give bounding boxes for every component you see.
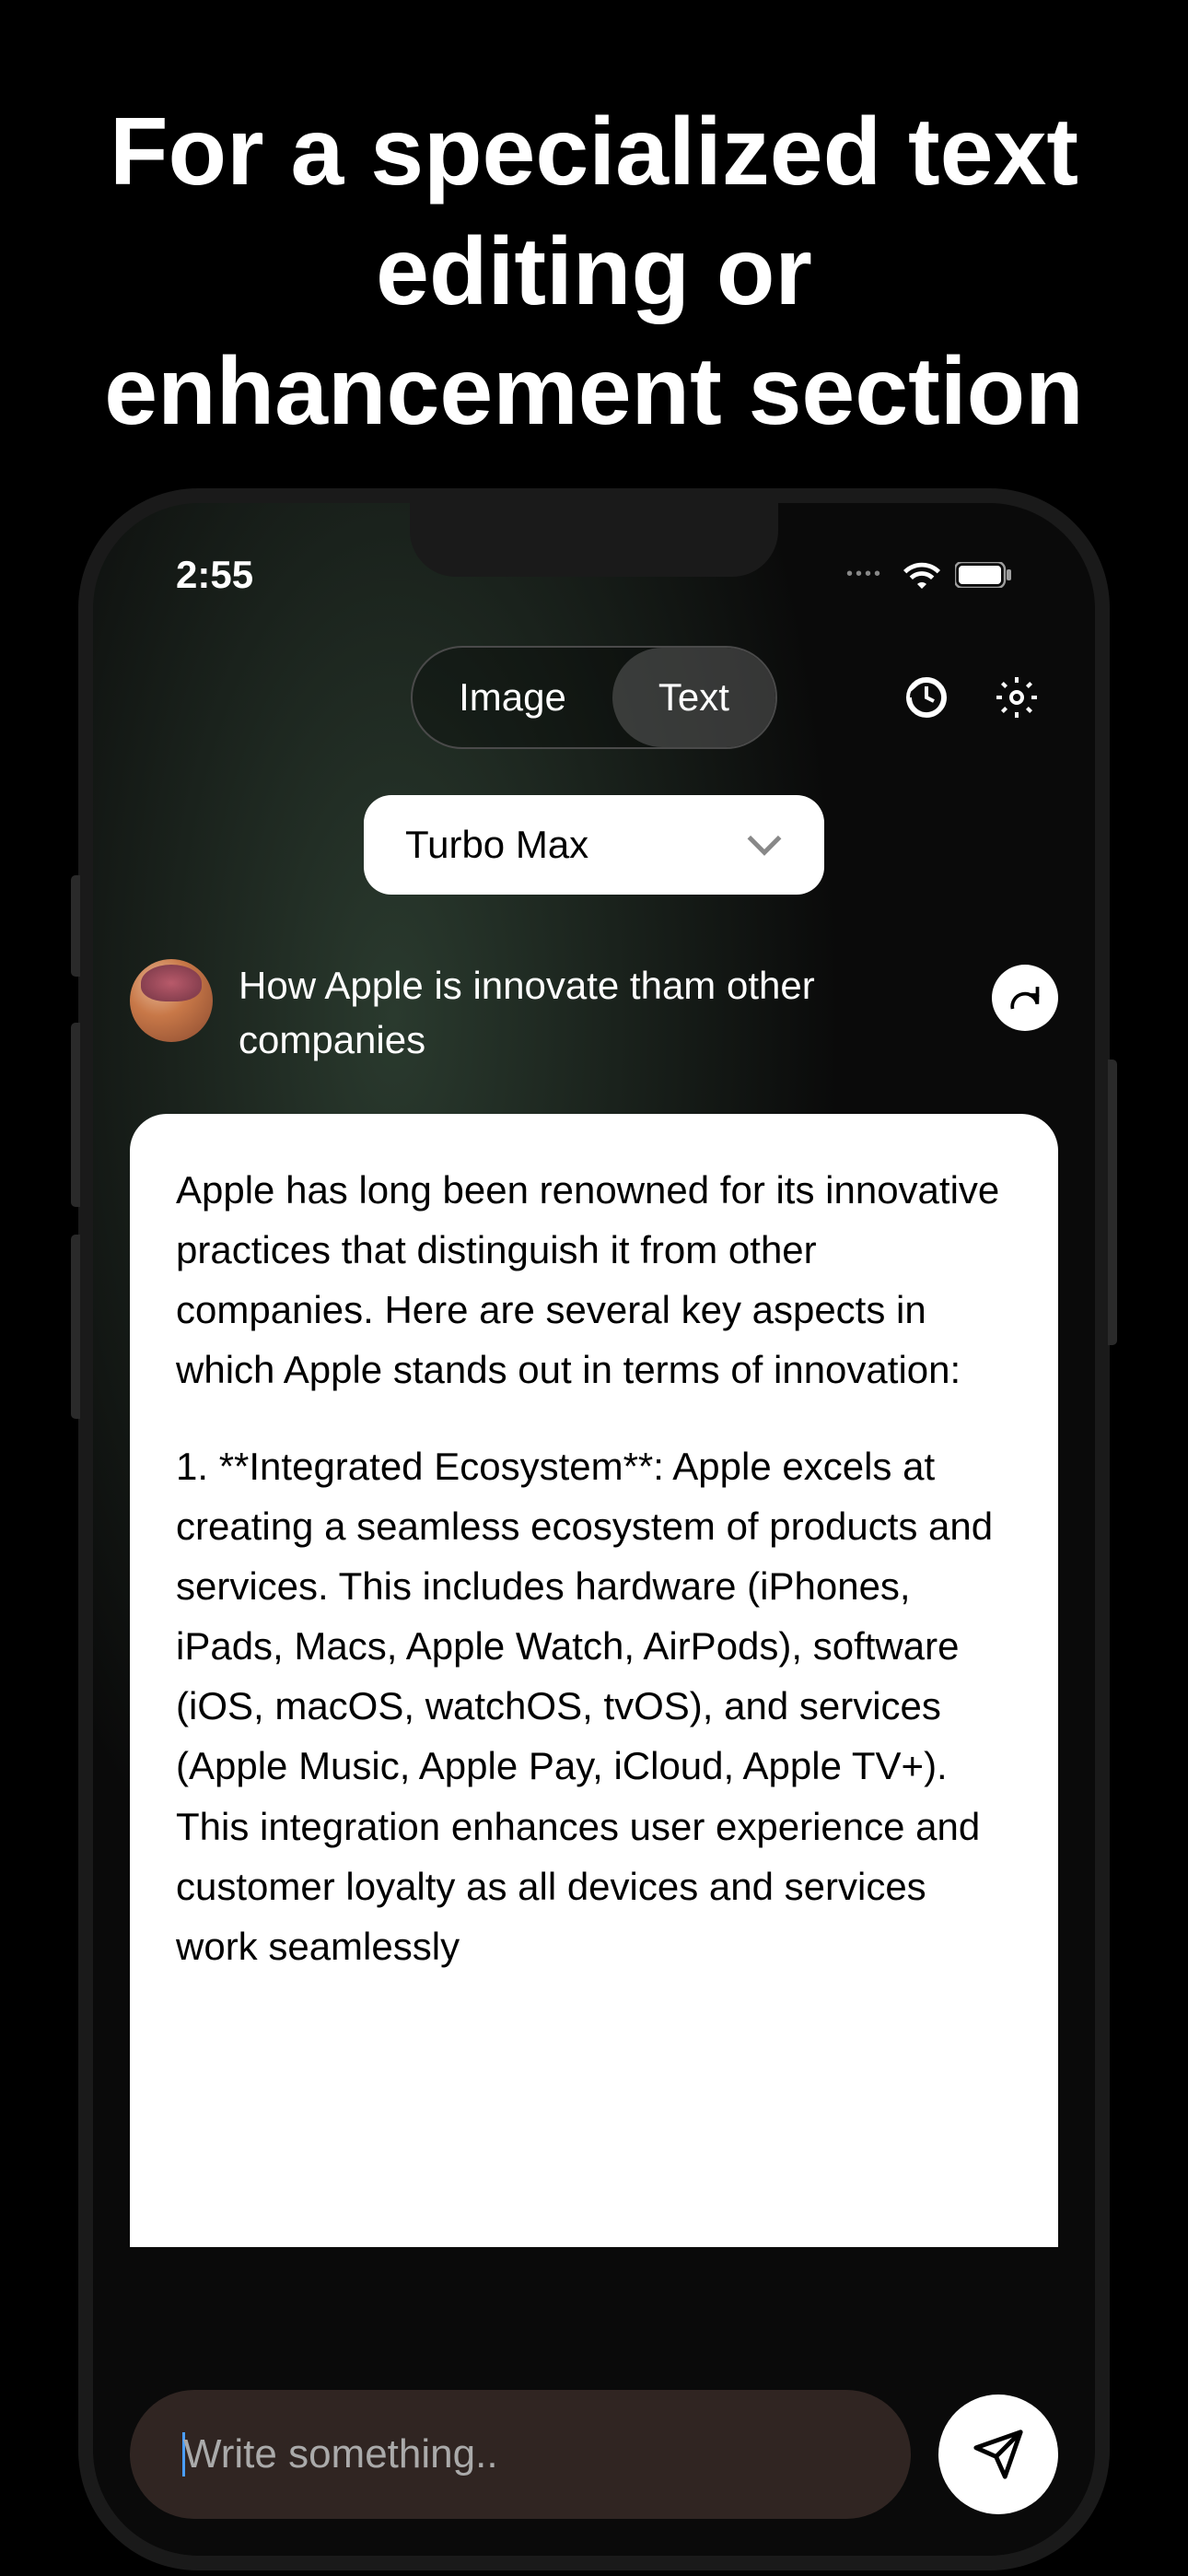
response-message: Apple has long been renowned for its inn… (130, 1114, 1058, 2247)
regenerate-button[interactable] (992, 965, 1058, 1031)
mode-text-tab[interactable]: Text (612, 648, 775, 747)
settings-button[interactable] (994, 674, 1040, 720)
phone-screen: 2:55 •••• Image (93, 503, 1095, 2556)
mode-toggle: Image Text (411, 646, 777, 749)
send-icon (972, 2428, 1025, 2481)
promo-title: For a specialized text editing or enhanc… (0, 0, 1188, 488)
gear-icon (995, 675, 1039, 720)
phone-side-button (71, 1023, 80, 1207)
input-placeholder: Write something.. (183, 2431, 498, 2477)
mode-image-tab[interactable]: Image (413, 648, 612, 747)
response-paragraph: Apple has long been renowned for its inn… (176, 1160, 1012, 1399)
chevron-down-icon (746, 834, 783, 856)
battery-icon (955, 562, 1012, 588)
input-bar: Write something.. (130, 2390, 1058, 2519)
phone-frame: 2:55 •••• Image (78, 488, 1110, 2570)
status-indicators: •••• (846, 561, 1012, 589)
model-select-value: Turbo Max (405, 823, 588, 867)
wifi-icon (903, 561, 940, 589)
phone-notch (410, 503, 778, 577)
phone-side-button (71, 1235, 80, 1419)
send-button[interactable] (938, 2395, 1058, 2514)
message-input[interactable]: Write something.. (130, 2390, 911, 2519)
user-message-text: How Apple is innovate tham other compani… (239, 959, 966, 1068)
top-controls: Image Text (93, 609, 1095, 777)
model-select[interactable]: Turbo Max (364, 795, 824, 895)
history-icon (904, 675, 949, 720)
phone-side-button (1108, 1060, 1117, 1345)
response-paragraph: 1. **Integrated Ecosystem**: Apple excel… (176, 1436, 1012, 1976)
refresh-icon (1008, 981, 1042, 1014)
avatar (130, 959, 213, 1042)
status-time: 2:55 (176, 553, 253, 597)
user-message-row: How Apple is innovate tham other compani… (93, 931, 1095, 1095)
phone-side-button (71, 875, 80, 977)
history-button[interactable] (903, 674, 949, 720)
cellular-dots-icon: •••• (846, 564, 883, 585)
